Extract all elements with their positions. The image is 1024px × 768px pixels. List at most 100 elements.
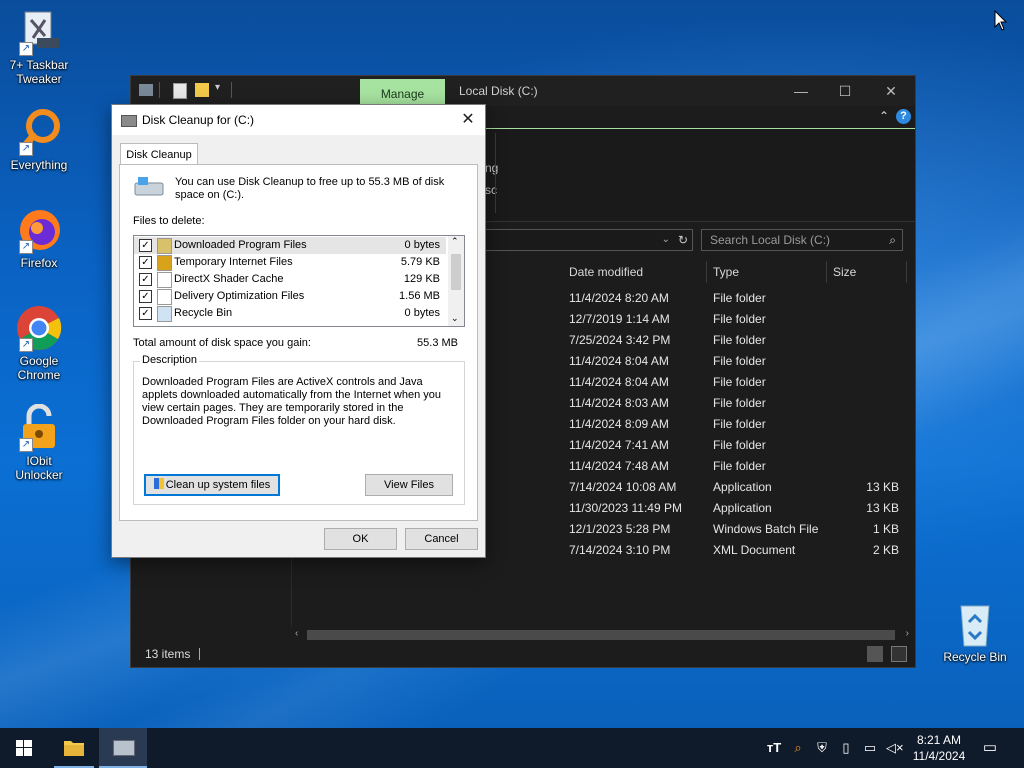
column-header-size[interactable]: Size xyxy=(827,261,907,283)
firefox-icon: ↗ xyxy=(15,206,63,254)
desktop-icon-label: IObit Unlocker xyxy=(15,454,63,482)
drive-icon xyxy=(134,175,164,197)
scrollbar-thumb[interactable] xyxy=(307,630,895,640)
desktop-icon-everything[interactable]: ↗ Everything xyxy=(4,108,74,172)
table-row[interactable]: 11/4/2024 8:20 AM File folder xyxy=(561,288,911,309)
desktop-icon-recycle-bin[interactable]: Recycle Bin xyxy=(940,600,1010,664)
row-type: File folder xyxy=(713,396,766,410)
file-category-size: 0 bytes xyxy=(404,239,440,251)
table-row[interactable]: 11/4/2024 8:04 AM File folder xyxy=(561,372,911,393)
security-shield-icon[interactable]: ⛨ xyxy=(814,740,830,756)
table-row[interactable]: 11/4/2024 7:48 AM File folder xyxy=(561,456,911,477)
new-folder-icon[interactable] xyxy=(195,83,209,97)
list-item[interactable]: ✓ Delivery Optimization Files 1.56 MB xyxy=(134,288,446,305)
row-date: 11/4/2024 8:09 AM xyxy=(569,417,669,431)
address-bar[interactable]: ⌄ ↻ xyxy=(483,229,693,251)
collapse-ribbon-chevron-icon[interactable]: ⌃ xyxy=(879,109,889,123)
row-type: File folder xyxy=(713,459,766,473)
help-icon[interactable]: ? xyxy=(896,109,911,124)
file-type-icon xyxy=(157,255,172,271)
file-category-name: Delivery Optimization Files xyxy=(174,290,305,302)
taskbar-disk-cleanup[interactable] xyxy=(99,728,147,768)
minimize-icon[interactable]: — xyxy=(791,81,811,101)
desktop-icon-firefox[interactable]: ↗ Firefox xyxy=(4,206,74,270)
scrollbar-thumb[interactable] xyxy=(451,254,461,290)
clean-up-system-files-label: Clean up system files xyxy=(165,479,271,491)
file-category-size: 0 bytes xyxy=(404,307,440,319)
column-header-date[interactable]: Date modified xyxy=(563,261,707,283)
details-view-icon[interactable] xyxy=(867,646,883,662)
everything-icon: ↗ xyxy=(15,108,63,156)
maximize-icon[interactable]: ☐ xyxy=(835,81,855,101)
desktop-icon-label: 7+ Taskbar Tweaker xyxy=(9,58,69,86)
file-category-name: DirectX Shader Cache xyxy=(174,273,284,285)
list-item[interactable]: ✓ Downloaded Program Files 0 bytes xyxy=(134,237,446,254)
list-item[interactable]: ✓ DirectX Shader Cache 129 KB xyxy=(134,271,446,288)
table-row[interactable]: 11/4/2024 8:04 AM File folder xyxy=(561,351,911,372)
scroll-down-icon[interactable]: ⌄ xyxy=(451,313,459,324)
desktop-icon-google-chrome[interactable]: ↗ Google Chrome xyxy=(4,304,74,382)
start-button[interactable] xyxy=(0,728,48,768)
network-icon[interactable]: ▭ xyxy=(862,740,878,756)
table-row[interactable]: 11/4/2024 8:09 AM File folder xyxy=(561,414,911,435)
list-item[interactable]: ✓ Temporary Internet Files 5.79 KB xyxy=(134,254,446,271)
row-type: File folder xyxy=(713,417,766,431)
large-icons-view-icon[interactable] xyxy=(891,646,907,662)
column-header-type[interactable]: Type xyxy=(707,261,827,283)
vertical-scrollbar[interactable]: ⌃ ⌄ xyxy=(448,236,464,326)
file-type-icon xyxy=(157,289,172,305)
text-size-icon[interactable]: ᴛT xyxy=(766,740,782,756)
dialog-title: Disk Cleanup for (C:) xyxy=(142,113,255,127)
desktop-icon-7plus-taskbar-tweaker[interactable]: ↗ 7+ Taskbar Tweaker xyxy=(4,8,74,86)
table-row[interactable]: 11/30/2023 11:49 PM Application 13 KB xyxy=(561,498,911,519)
view-files-button[interactable]: View Files xyxy=(365,474,453,496)
scroll-left-icon[interactable]: ‹ xyxy=(295,628,298,639)
address-dropdown-chevron-icon[interactable]: ⌄ xyxy=(662,230,670,250)
scroll-up-icon[interactable]: ⌃ xyxy=(451,236,459,247)
customize-toolbar-chevron-icon[interactable]: ▾ xyxy=(215,82,220,93)
table-row[interactable]: 7/25/2024 3:42 PM File folder xyxy=(561,330,911,351)
row-size: 13 KB xyxy=(866,501,899,515)
volume-muted-icon[interactable]: ◁× xyxy=(886,740,904,756)
table-row[interactable]: 11/4/2024 7:41 AM File folder xyxy=(561,435,911,456)
file-category-name: Temporary Internet Files xyxy=(174,256,293,268)
properties-icon[interactable] xyxy=(173,83,187,99)
table-row[interactable]: 11/4/2024 8:03 AM File folder xyxy=(561,393,911,414)
table-row[interactable]: 7/14/2024 3:10 PM XML Document 2 KB xyxy=(561,540,911,561)
recycle-bin-icon xyxy=(951,600,999,648)
uac-shield-icon xyxy=(153,478,164,489)
search-input[interactable]: Search Local Disk (C:) ⌕ xyxy=(701,229,903,251)
drive-icon xyxy=(139,84,153,96)
clean-up-system-files-button[interactable]: Clean up system files xyxy=(144,474,280,496)
close-icon[interactable]: ✕ xyxy=(881,81,901,101)
everything-tray-icon[interactable]: ⌕ xyxy=(790,740,806,756)
files-list[interactable]: ✓ Downloaded Program Files 0 bytes ✓ Tempora… xyxy=(133,235,465,327)
row-type: File folder xyxy=(713,354,766,368)
list-item[interactable]: ✓ Recycle Bin 0 bytes xyxy=(134,305,446,322)
desktop-icon-label: Everything xyxy=(10,158,68,172)
close-icon[interactable]: ✕ xyxy=(459,111,477,129)
row-type: File folder xyxy=(713,333,766,347)
description-label: Description xyxy=(140,354,200,366)
cancel-button[interactable]: Cancel xyxy=(405,528,478,550)
table-row[interactable]: 12/1/2023 5:28 PM Windows Batch File 1 KB xyxy=(561,519,911,540)
clock[interactable]: 8:21 AM 11/4/2024 xyxy=(906,732,972,764)
scroll-right-icon[interactable]: › xyxy=(906,628,909,639)
checkbox[interactable]: ✓ xyxy=(139,273,152,286)
ok-button[interactable]: OK xyxy=(324,528,397,550)
checkbox[interactable]: ✓ xyxy=(139,256,152,269)
table-row[interactable]: 12/7/2019 1:14 AM File folder xyxy=(561,309,911,330)
desktop-icon-iobit-unlocker[interactable]: ↗ IObit Unlocker xyxy=(4,403,74,482)
usb-device-icon[interactable]: ▯ xyxy=(838,740,854,756)
refresh-icon[interactable]: ↻ xyxy=(678,230,688,250)
checkbox[interactable]: ✓ xyxy=(139,239,152,252)
checkbox[interactable]: ✓ xyxy=(139,307,152,320)
desktop-icon-label: Google Chrome xyxy=(17,354,61,382)
tab-disk-cleanup[interactable]: Disk Cleanup xyxy=(120,143,198,166)
notifications-icon[interactable]: ▭ xyxy=(982,740,998,756)
checkbox[interactable]: ✓ xyxy=(139,290,152,303)
taskbar-file-explorer[interactable] xyxy=(50,728,98,768)
table-row[interactable]: 7/14/2024 10:08 AM Application 13 KB xyxy=(561,477,911,498)
row-date: 11/4/2024 8:20 AM xyxy=(569,291,669,305)
tab-manage[interactable]: Manage xyxy=(360,79,445,106)
